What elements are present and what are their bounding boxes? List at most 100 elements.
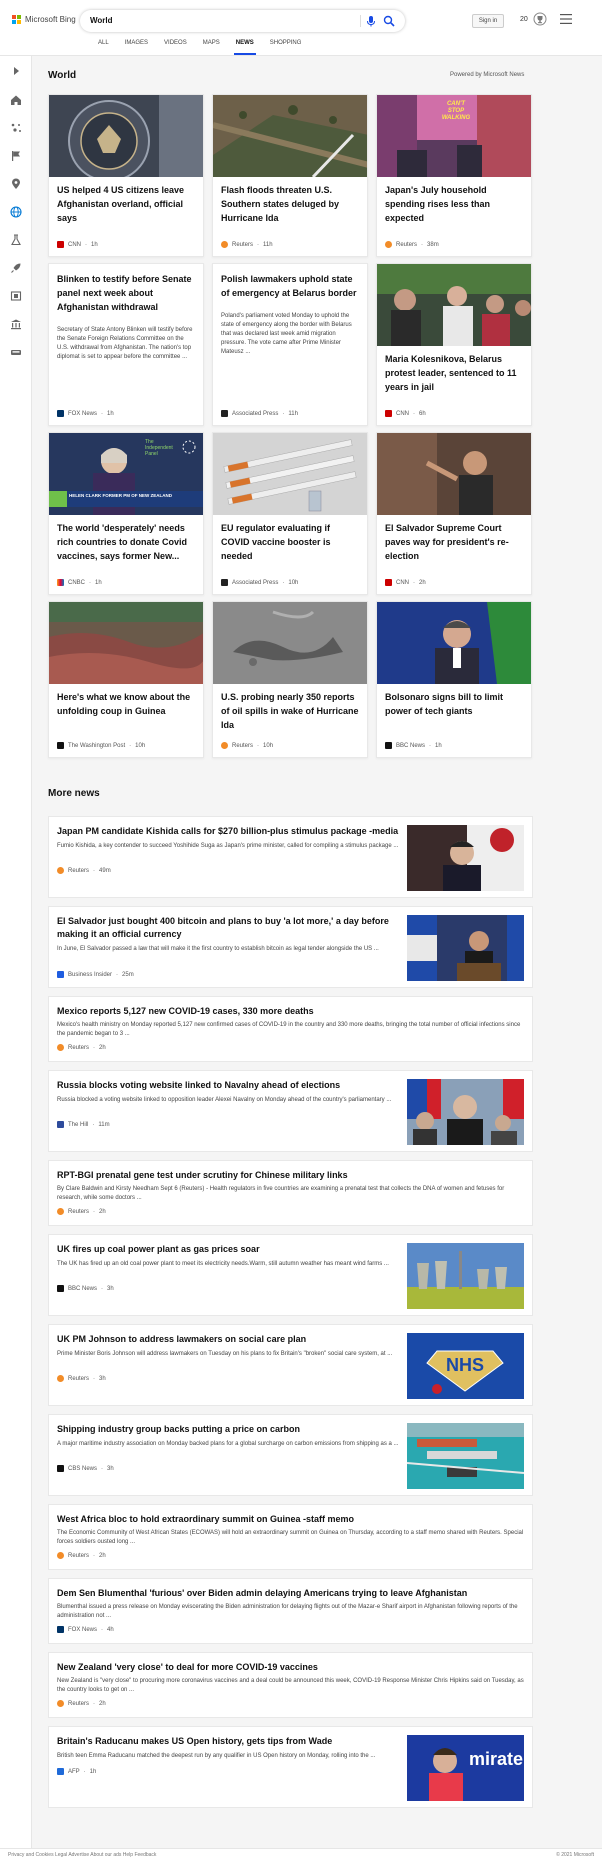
item-headline[interactable]: Britain's Raducanu makes US Open history… [57,1735,407,1748]
card-image-president-speaking [377,433,531,515]
rewards-count[interactable]: 20 [520,16,528,23]
search-box[interactable]: World [80,10,405,32]
news-card[interactable]: EU regulator evaluating if COVID vaccine… [212,432,368,595]
news-card[interactable]: The Independent Panel HELEN CLARK FORMER… [48,432,204,595]
expand-chevron-icon[interactable] [10,65,22,77]
separator-dot: · [93,1552,96,1559]
reuters-logo-icon [57,1208,64,1215]
separator-dot: · [101,410,104,417]
separator-dot: · [101,1285,104,1292]
news-card[interactable]: Blinken to testify before Senate panel n… [48,263,204,426]
separator-dot: · [413,410,415,417]
news-list-item[interactable]: Russia blocks voting website linked to N… [48,1070,533,1152]
card-headline[interactable]: U.S. probing nearly 350 reports of oil s… [221,690,361,732]
timestamp: 11h [263,241,273,248]
item-headline[interactable]: Japan PM candidate Kishida calls for $27… [57,825,412,838]
news-list-item[interactable]: RPT-BGI prenatal gene test under scrutin… [48,1160,533,1226]
car-icon[interactable] [10,346,22,358]
card-headline[interactable]: Here's what we know about the unfolding … [57,690,197,718]
news-list-item[interactable]: Shipping industry group backs putting a … [48,1414,533,1496]
item-headline[interactable]: RPT-BGI prenatal gene test under scrutin… [57,1169,527,1182]
news-list-item[interactable]: New Zealand 'very close' to deal for mor… [48,1652,533,1718]
tab-all[interactable]: ALL [90,40,117,49]
card-headline[interactable]: Polish lawmakers uphold state of emergen… [221,272,361,300]
card-snippet: Secretary of State Antony Blinken will t… [57,327,193,360]
source-name: Reuters [232,241,254,248]
news-list-item[interactable]: UK fires up coal power plant as gas pric… [48,1234,533,1316]
film-icon[interactable] [10,290,22,302]
rocket-icon[interactable] [10,262,22,274]
discover-icon[interactable] [10,122,22,134]
timestamp: 2h [99,1552,106,1559]
news-list-item[interactable]: Japan PM candidate Kishida calls for $27… [48,816,533,898]
bing-logo[interactable]: Microsoft Bing [12,15,76,24]
news-card[interactable]: Flash floods threaten U.S. Southern stat… [212,94,368,257]
cnn-logo-icon [385,579,392,586]
item-headline[interactable]: Shipping industry group backs putting a … [57,1423,407,1436]
tab-maps[interactable]: MAPS [195,40,228,49]
section-title-more-news: More news [48,788,100,799]
footer-links[interactable]: Privacy and Cookies Legal Advertise Abou… [8,1852,156,1858]
timestamp: 10h [135,742,146,749]
news-card[interactable]: US helped 4 US citizens leave Afghanista… [48,94,204,257]
flag-icon[interactable] [10,150,22,162]
tab-videos[interactable]: VIDEOS [156,40,195,49]
brand-name: Microsoft Bing [25,15,76,24]
microphone-icon[interactable] [365,15,377,27]
search-icon[interactable] [383,15,395,27]
news-list-item[interactable]: Dem Sen Blumenthal 'furious' over Biden … [48,1578,533,1644]
news-card[interactable]: El Salvador Supreme Court paves way for … [376,432,532,595]
timestamp: 10h [263,742,274,749]
item-headline[interactable]: West Africa bloc to hold extraordinary s… [57,1513,527,1526]
source-name: CNBC [68,579,86,586]
news-list-item[interactable]: West Africa bloc to hold extraordinary s… [48,1504,533,1570]
news-card[interactable]: CAN'T STOP WALKING Japan's July househol… [376,94,532,257]
tab-news[interactable]: NEWS [228,40,262,55]
item-headline[interactable]: UK fires up coal power plant as gas pric… [57,1243,407,1256]
card-headline[interactable]: Bolsonaro signs bill to limit power of t… [385,690,525,718]
timestamp: 1h [435,742,442,749]
timestamp: 10h [288,579,299,586]
bbc-news-logo-icon [57,1285,64,1292]
card-source: CNN · 2h [385,579,426,586]
card-headline[interactable]: EU regulator evaluating if COVID vaccine… [221,521,361,563]
tab-shopping[interactable]: SHOPPING [262,40,310,49]
card-headline[interactable]: El Salvador Supreme Court paves way for … [385,521,525,563]
item-headline[interactable]: El Salvador just bought 400 bitcoin and … [57,915,407,941]
menu-icon[interactable] [560,14,572,24]
item-headline[interactable]: Dem Sen Blumenthal 'furious' over Biden … [57,1587,527,1600]
item-headline[interactable]: New Zealand 'very close' to deal for mor… [57,1661,527,1674]
card-headline[interactable]: Blinken to testify before Senate panel n… [57,272,197,314]
news-card[interactable]: U.S. probing nearly 350 reports of oil s… [212,601,368,758]
home-icon[interactable] [10,94,22,106]
card-headline[interactable]: Flash floods threaten U.S. Southern stat… [221,183,361,225]
card-headline[interactable]: Japan's July household spending rises le… [385,183,525,225]
tab-images[interactable]: IMAGES [117,40,156,49]
item-headline[interactable]: Russia blocks voting website linked to N… [57,1079,407,1092]
card-headline[interactable]: US helped 4 US citizens leave Afghanista… [57,183,197,225]
card-headline[interactable]: Maria Kolesnikova, Belarus protest leade… [385,352,525,394]
news-list-item[interactable]: Britain's Raducanu makes US Open history… [48,1726,533,1808]
science-icon[interactable] [10,234,22,246]
news-list-item[interactable]: Mexico reports 5,127 new COVID-19 cases,… [48,996,533,1062]
item-snippet: British teen Emma Raducanu matched the d… [57,1753,376,1759]
news-card[interactable]: Polish lawmakers uphold state of emergen… [212,263,368,426]
bank-icon[interactable] [10,318,22,330]
globe-icon[interactable] [10,206,22,218]
search-input[interactable]: World [90,16,113,25]
reuters-logo-icon [221,241,228,248]
item-headline[interactable]: Mexico reports 5,127 new COVID-19 cases,… [57,1005,527,1018]
source-name: Reuters [396,241,418,248]
reuters-logo-icon [57,1700,64,1707]
news-card[interactable]: Maria Kolesnikova, Belarus protest leade… [376,263,532,426]
item-headline[interactable]: UK PM Johnson to address lawmakers on so… [57,1333,407,1346]
sign-in-button[interactable]: Sign in [472,14,504,28]
card-headline[interactable]: The world 'desperately' needs rich count… [57,521,197,563]
news-list-item[interactable]: UK PM Johnson to address lawmakers on so… [48,1324,533,1406]
news-list-item[interactable]: El Salvador just bought 400 bitcoin and … [48,906,533,988]
news-card[interactable]: Bolsonaro signs bill to limit power of t… [376,601,532,758]
news-card[interactable]: Here's what we know about the unfolding … [48,601,204,758]
location-pin-icon[interactable] [10,178,22,190]
rewards-trophy-icon[interactable] [533,12,547,26]
separator-dot: · [93,1044,96,1051]
